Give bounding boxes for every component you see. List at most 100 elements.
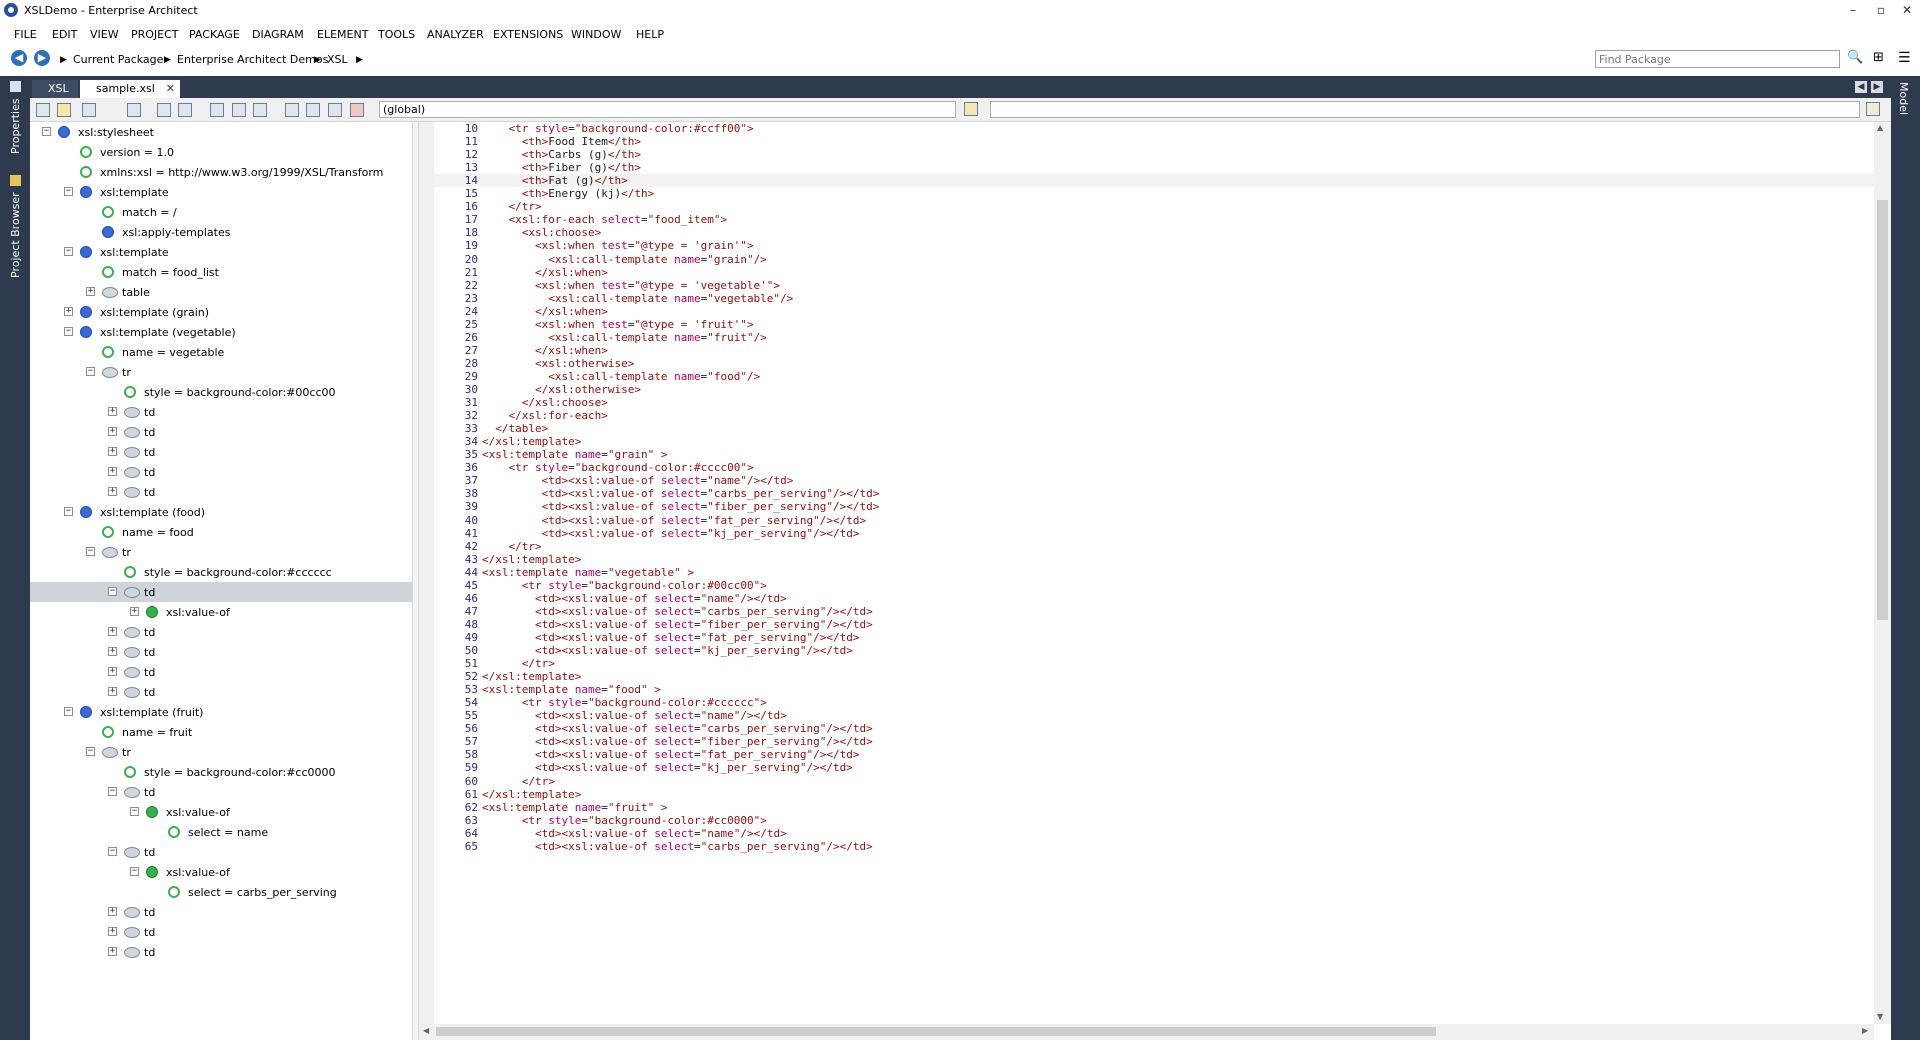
breadcrumb-item[interactable]: Current Package	[73, 53, 163, 66]
collapse-icon[interactable]: −	[86, 747, 95, 756]
tree-node[interactable]: − xsl:template (vegetable)	[30, 322, 412, 342]
tree-node[interactable]: − xsl:template (food)	[30, 502, 412, 522]
tree-node[interactable]: xsl:apply-templates	[30, 222, 412, 242]
code-line[interactable]: 56 <td><xsl:value-of select="carbs_per_s…	[434, 722, 1874, 735]
code-line[interactable]: 49 <td><xsl:value-of select="fat_per_ser…	[434, 631, 1874, 644]
tree-node[interactable]: + td	[30, 422, 412, 442]
code-line[interactable]: 22 <xsl:when test="@type = 'vegetable'">	[434, 279, 1874, 292]
close-button[interactable]: ✕	[1896, 2, 1918, 18]
code-line[interactable]: 36 <tr style="background-color:#cccc00">	[434, 461, 1874, 474]
tree-node[interactable]: + td	[30, 442, 412, 462]
run-search-icon[interactable]	[1866, 102, 1880, 116]
tree-node[interactable]: match = /	[30, 202, 412, 222]
tree-node[interactable]: + xsl:value-of	[30, 602, 412, 622]
tree-node[interactable]: − xsl:value-of	[30, 862, 412, 882]
collapse-icon[interactable]: −	[86, 367, 95, 376]
tree-node[interactable]: select = carbs_per_serving	[30, 882, 412, 902]
code-line[interactable]: 20 <xsl:call-template name="grain"/>	[434, 253, 1874, 266]
code-line[interactable]: 29 <xsl:call-template name="food"/>	[434, 370, 1874, 383]
expand-icon[interactable]: +	[108, 407, 117, 416]
indent-icon[interactable]	[306, 103, 320, 117]
code-line[interactable]: 12 <th>Carbs (g)</th>	[434, 148, 1874, 161]
tree-node[interactable]: + td	[30, 922, 412, 942]
collapse-icon[interactable]: −	[64, 187, 73, 196]
tree-node[interactable]: − tr	[30, 742, 412, 762]
collapse-icon[interactable]: −	[64, 707, 73, 716]
breadcrumb-separator-icon[interactable]: ▶	[164, 55, 171, 65]
expand-icon[interactable]: +	[108, 907, 117, 916]
code-line[interactable]: 13 <th>Fiber (g)</th>	[434, 161, 1874, 174]
code-line[interactable]: 39 <td><xsl:value-of select="fiber_per_s…	[434, 500, 1874, 513]
code-line[interactable]: 16 </tr>	[434, 200, 1874, 213]
collapse-icon[interactable]: −	[64, 507, 73, 516]
tree-node[interactable]: − xsl:value-of	[30, 802, 412, 822]
tree-node[interactable]: style = background-color:#cccccc	[30, 562, 412, 582]
menu-window[interactable]: WINDOW	[571, 28, 621, 41]
breadcrumb-item[interactable]: Enterprise Architect Demos	[177, 53, 328, 66]
tree-node[interactable]: − xsl:template	[30, 242, 412, 262]
code-line[interactable]: 42 </tr>	[434, 540, 1874, 553]
tree-node[interactable]: − xsl:template	[30, 182, 412, 202]
menu-tools[interactable]: TOOLS	[378, 28, 415, 41]
tree-node[interactable]: name = vegetable	[30, 342, 412, 362]
tab-scroll-right-icon[interactable]: ▶	[1871, 81, 1883, 93]
code-line[interactable]: 57 <td><xsl:value-of select="fiber_per_s…	[434, 735, 1874, 748]
tree-node[interactable]: style = background-color:#cc0000	[30, 762, 412, 782]
code-line[interactable]: 47 <td><xsl:value-of select="carbs_per_s…	[434, 605, 1874, 618]
tree-node[interactable]: + td	[30, 662, 412, 682]
menu-diagram[interactable]: DIAGRAM	[252, 28, 304, 41]
expand-icon[interactable]: +	[108, 647, 117, 656]
expand-icon[interactable]: +	[86, 287, 95, 296]
tree-node[interactable]: match = food_list	[30, 262, 412, 282]
code-line[interactable]: 59 <td><xsl:value-of select="kj_per_serv…	[434, 761, 1874, 774]
code-line[interactable]: 60 </tr>	[434, 775, 1874, 788]
tree-node[interactable]: + td	[30, 642, 412, 662]
menu-view[interactable]: VIEW	[90, 28, 119, 41]
code-line[interactable]: 55 <td><xsl:value-of select="name"/></td…	[434, 709, 1874, 722]
collapse-icon[interactable]: −	[130, 867, 139, 876]
tree-node[interactable]: − xsl:stylesheet	[30, 122, 412, 142]
tree-node[interactable]: xmlns:xsl = http://www.w3.org/1999/XSL/T…	[30, 162, 412, 182]
tab-scroll-left-icon[interactable]: ◀	[1855, 81, 1867, 93]
properties-rail-tab[interactable]: Properties	[9, 98, 22, 154]
code-line[interactable]: 65 <td><xsl:value-of select="carbs_per_s…	[434, 840, 1874, 853]
tree-node[interactable]: + td	[30, 622, 412, 642]
code-line[interactable]: 61 </xsl:template>	[434, 788, 1874, 801]
restore-button[interactable]: ▫	[1870, 2, 1892, 18]
tree-node[interactable]: style = background-color:#00cc00	[30, 382, 412, 402]
tab-sample-xsl[interactable]: sample.xsl ✕	[80, 80, 180, 98]
project-browser-rail-tab[interactable]: Project Browser	[9, 192, 22, 278]
breadcrumb-item[interactable]: XSL	[327, 53, 348, 66]
collapse-icon[interactable]: −	[64, 327, 73, 336]
expand-icon[interactable]: +	[108, 447, 117, 456]
tree-node[interactable]: name = food	[30, 522, 412, 542]
code-line[interactable]: 43 </xsl:template>	[434, 553, 1874, 566]
tree-node[interactable]: select = name	[30, 822, 412, 842]
code-line[interactable]: 58 <td><xsl:value-of select="fat_per_ser…	[434, 748, 1874, 761]
breadcrumb-separator-icon[interactable]: ▶	[356, 55, 363, 65]
find-previous-icon[interactable]	[253, 103, 267, 117]
pane-splitter[interactable]	[412, 122, 419, 1040]
find-icon[interactable]	[210, 103, 224, 117]
scroll-right-icon[interactable]: ▶	[1862, 1026, 1868, 1035]
code-line[interactable]: 62 <xsl:template name="fruit" >	[434, 801, 1874, 814]
tree-node[interactable]: + td	[30, 942, 412, 962]
code-search-input[interactable]	[990, 101, 1860, 118]
code-line[interactable]: 11 <th>Food Item</th>	[434, 135, 1874, 148]
collapse-icon[interactable]: −	[108, 587, 117, 596]
code-line[interactable]: 24 </xsl:when>	[434, 305, 1874, 318]
code-line[interactable]: 38 <td><xsl:value-of select="carbs_per_s…	[434, 487, 1874, 500]
code-line[interactable]: 10 <tr style="background-color:#ccff00">	[434, 122, 1874, 135]
tree-node[interactable]: − xsl:template (fruit)	[30, 702, 412, 722]
code-line[interactable]: 27 </xsl:when>	[434, 344, 1874, 357]
hamburger-menu-icon[interactable]: ☰	[1898, 50, 1911, 66]
collapse-icon[interactable]: −	[42, 127, 51, 136]
expand-icon[interactable]: +	[108, 947, 117, 956]
scroll-left-icon[interactable]: ◀	[423, 1026, 429, 1035]
code-line[interactable]: 23 <xsl:call-template name="vegetable"/>	[434, 292, 1874, 305]
code-line[interactable]: 25 <xsl:when test="@type = 'fruit'">	[434, 318, 1874, 331]
tree-node[interactable]: − td	[30, 782, 412, 802]
code-line[interactable]: 37 <td><xsl:value-of select="name"/></td…	[434, 474, 1874, 487]
tree-node[interactable]: − tr	[30, 362, 412, 382]
menu-help[interactable]: HELP	[636, 28, 664, 41]
